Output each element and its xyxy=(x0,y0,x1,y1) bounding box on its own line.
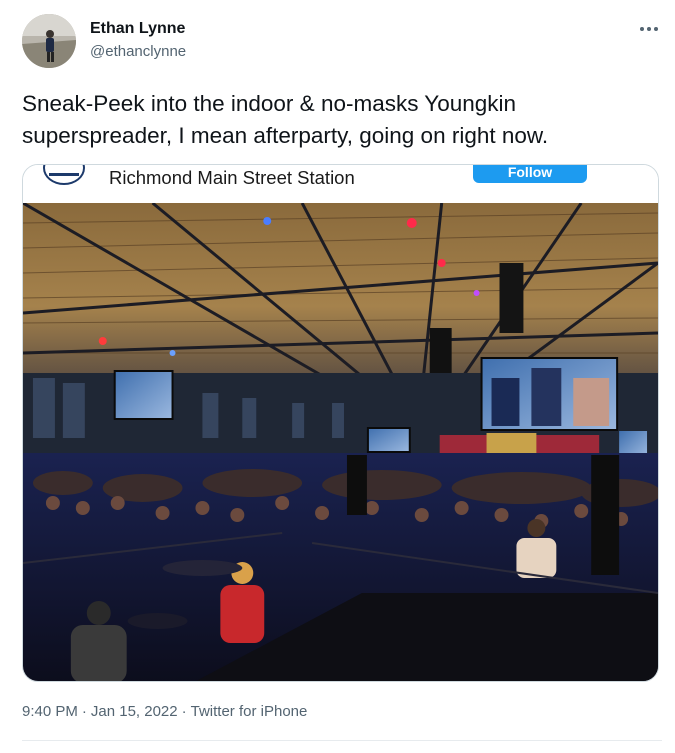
avatar[interactable] xyxy=(22,14,76,68)
tweet-date-link[interactable]: Jan 15, 2022 xyxy=(91,703,178,720)
tweet-text: Sneak-Peek into the indoor & no-masks Yo… xyxy=(22,91,549,148)
meta-separator: · xyxy=(81,703,87,720)
embedded-header: Richmond Main Street Station Follow xyxy=(23,165,658,203)
event-photo-image xyxy=(23,203,658,681)
tweet-source-link[interactable]: Twitter for iPhone xyxy=(191,703,308,720)
embedded-follow-button: Follow xyxy=(473,165,587,183)
station-logo-icon xyxy=(43,165,85,185)
more-dots-icon xyxy=(640,27,644,31)
tweet-media[interactable]: Richmond Main Street Station Follow xyxy=(22,164,659,682)
more-dots-icon xyxy=(654,27,658,31)
avatar-image xyxy=(22,14,76,68)
tweet-time-link[interactable]: 9:40 PM xyxy=(22,703,78,720)
meta-separator: · xyxy=(181,703,187,720)
event-photo[interactable] xyxy=(23,203,658,681)
divider xyxy=(22,740,662,741)
embedded-title: Richmond Main Street Station xyxy=(109,167,355,188)
tweet-metadata: 9:40 PM · Jan 15, 2022 · Twitter for iPhone xyxy=(22,703,307,720)
tweet: Ethan Lynne @ethanclynne Sneak-Peek into… xyxy=(0,0,675,753)
more-dots-icon xyxy=(647,27,651,31)
author-handle[interactable]: @ethanclynne xyxy=(90,43,186,60)
more-options-button[interactable] xyxy=(638,20,660,38)
author-display-name[interactable]: Ethan Lynne xyxy=(90,20,185,38)
